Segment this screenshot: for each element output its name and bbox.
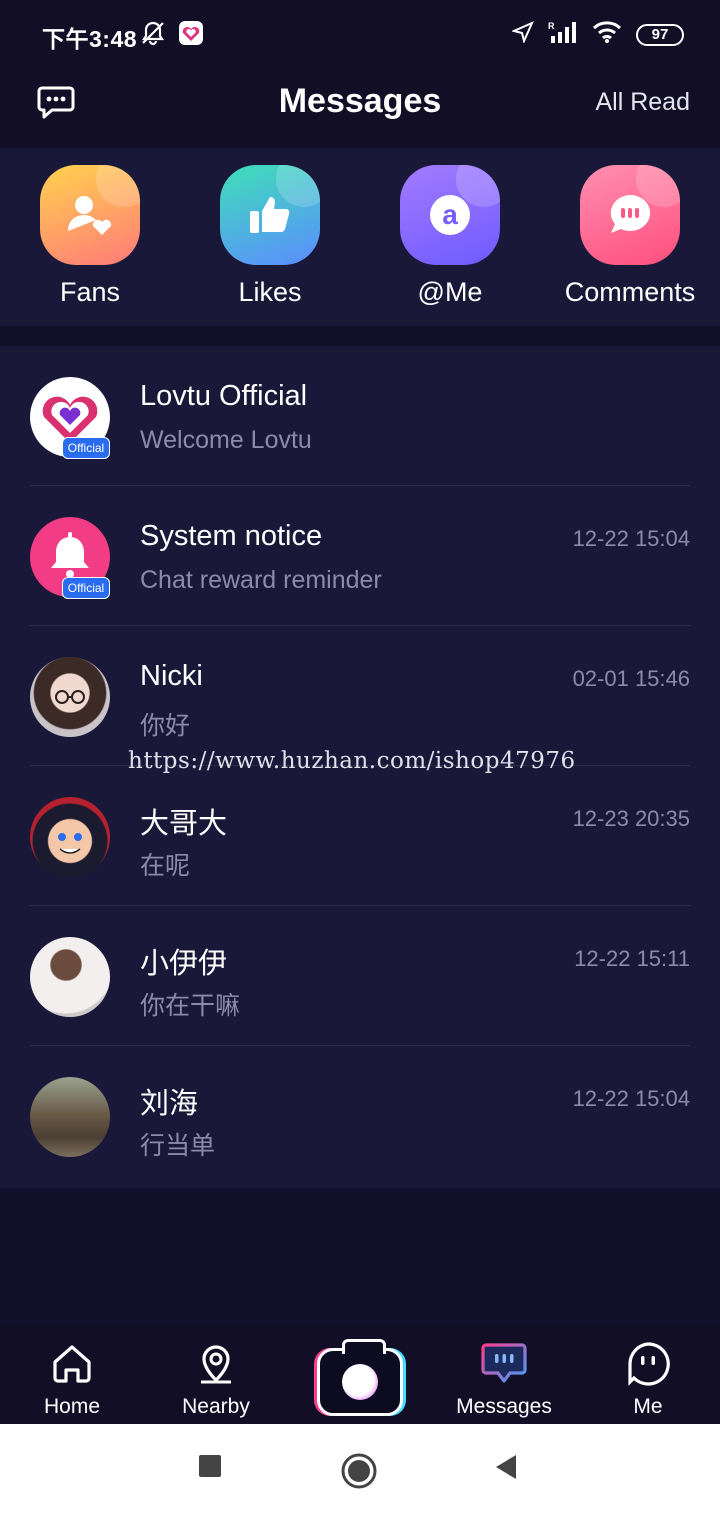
home-icon bbox=[49, 1340, 95, 1391]
list-item[interactable]: Official Lovtu Official Welcome Lovtu bbox=[0, 346, 720, 486]
recent-apps-button[interactable] bbox=[198, 1454, 222, 1483]
quick-label: @Me bbox=[417, 277, 483, 307]
nav-label: Home bbox=[43, 1395, 101, 1418]
location-icon bbox=[510, 21, 534, 48]
battery-level: 97 bbox=[651, 26, 669, 43]
message-name: Lovtu Official bbox=[140, 380, 308, 412]
list-item[interactable]: Official System notice Chat reward remin… bbox=[0, 486, 720, 626]
nav-label: Me bbox=[633, 1395, 663, 1418]
wifi-icon bbox=[592, 20, 622, 49]
message-preview: 行当单 bbox=[140, 1132, 216, 1160]
message-preview: 你好 bbox=[140, 712, 191, 740]
status-right-icons: R 97 bbox=[510, 20, 684, 49]
quick-item-likes[interactable]: Likes bbox=[180, 148, 360, 326]
svg-text:a: a bbox=[442, 199, 458, 230]
message-preview: 你在干嘛 bbox=[140, 992, 241, 1020]
quick-label: Likes bbox=[238, 277, 302, 307]
message-name: System notice bbox=[140, 520, 323, 552]
back-button[interactable] bbox=[494, 1454, 518, 1485]
camera-lens bbox=[342, 1364, 378, 1400]
quick-item-fans[interactable]: Fans bbox=[0, 148, 180, 326]
message-name: 刘海 bbox=[140, 1088, 199, 1120]
message-time: 12-22 15:04 bbox=[572, 526, 690, 551]
quick-item-comments[interactable]: Comments bbox=[540, 148, 720, 326]
all-read-button[interactable]: All Read bbox=[596, 88, 691, 117]
nav-item-messages[interactable]: Messages bbox=[432, 1324, 576, 1424]
signal-icon: R bbox=[548, 20, 578, 49]
list-item[interactable]: 小伊伊 你在干嘛 12-22 15:11 bbox=[0, 906, 720, 1046]
location-pin-icon bbox=[193, 1340, 239, 1391]
list-item[interactable]: 刘海 行当单 12-22 15:04 bbox=[0, 1046, 720, 1186]
list-item[interactable]: 大哥大 在呢 12-23 20:35 bbox=[0, 766, 720, 906]
quick-label: Comments bbox=[564, 277, 696, 307]
thumbs-up-icon bbox=[220, 165, 320, 265]
message-name: Nicki bbox=[140, 660, 203, 692]
fans-icon bbox=[40, 165, 140, 265]
watermark: https://www.huzhan.com/ishop47976 bbox=[128, 748, 576, 774]
message-time: 02-01 15:46 bbox=[572, 666, 690, 691]
battery-icon: 97 bbox=[636, 23, 684, 46]
messages-icon bbox=[479, 1340, 529, 1391]
nav-item-home[interactable]: Home bbox=[0, 1324, 144, 1424]
user-avatar bbox=[30, 657, 110, 737]
user-avatar bbox=[30, 937, 110, 1017]
nav-item-camera[interactable] bbox=[288, 1324, 432, 1424]
at-icon: a bbox=[400, 165, 500, 265]
user-avatar bbox=[30, 797, 110, 877]
bottom-nav: Home Nearby Messages Me bbox=[0, 1324, 720, 1424]
official-badge: Official bbox=[62, 437, 110, 459]
official-badge: Official bbox=[62, 577, 110, 599]
me-face-icon bbox=[624, 1340, 672, 1391]
app-heart-icon bbox=[178, 20, 204, 51]
user-avatar bbox=[30, 1077, 110, 1157]
message-time: 12-22 15:11 bbox=[574, 946, 690, 971]
message-time: 12-23 20:35 bbox=[572, 806, 690, 831]
nav-label: Messages bbox=[456, 1395, 552, 1418]
header: Messages All Read bbox=[0, 70, 720, 148]
quick-categories: Fans Likes a @Me Comments bbox=[0, 148, 720, 326]
nav-label: Nearby bbox=[182, 1395, 250, 1418]
system-nav-bar bbox=[0, 1424, 720, 1520]
comment-icon bbox=[580, 165, 680, 265]
message-preview: Welcome Lovtu bbox=[140, 426, 312, 454]
message-preview: 在呢 bbox=[140, 852, 191, 880]
message-preview: Chat reward reminder bbox=[140, 566, 382, 594]
home-button[interactable] bbox=[340, 1452, 378, 1495]
nav-item-me[interactable]: Me bbox=[576, 1324, 720, 1424]
quick-label: Fans bbox=[59, 277, 121, 307]
status-left-icons bbox=[140, 20, 204, 51]
message-name: 小伊伊 bbox=[140, 948, 228, 980]
status-time: 下午3:48 bbox=[42, 26, 138, 52]
bell-off-icon bbox=[140, 20, 166, 51]
nav-item-nearby[interactable]: Nearby bbox=[144, 1324, 288, 1424]
message-time: 12-22 15:04 bbox=[572, 1086, 690, 1111]
list-item[interactable]: Nicki 你好 02-01 15:46 bbox=[0, 626, 720, 766]
svg-text:R: R bbox=[548, 21, 555, 31]
status-bar: 下午3:48 R 97 bbox=[0, 0, 720, 70]
quick-item-at-me[interactable]: a @Me bbox=[360, 148, 540, 326]
message-name: 大哥大 bbox=[140, 808, 228, 840]
camera-icon bbox=[317, 1339, 403, 1416]
